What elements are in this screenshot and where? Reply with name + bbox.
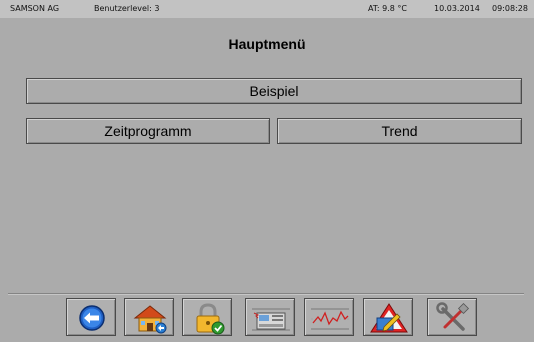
trend-chart-icon: [311, 308, 349, 330]
trend-button[interactable]: Trend: [277, 118, 522, 144]
device-button[interactable]: [245, 298, 295, 336]
toolbar-divider-highlight: [8, 294, 524, 295]
beispiel-button[interactable]: Beispiel: [26, 78, 522, 104]
time: 09:08:28: [492, 4, 528, 13]
outdoor-temperature: AT: 9.8 °C: [368, 4, 407, 13]
company-name: SAMSON AG: [10, 4, 60, 13]
back-arrow-icon: [79, 305, 105, 331]
user-level: Benutzerlevel: 3: [94, 4, 160, 13]
zeitprogramm-button[interactable]: Zeitprogramm: [26, 118, 270, 144]
date: 10.03.2014: [434, 4, 480, 13]
trend-chart-button[interactable]: [304, 298, 354, 336]
alarm-warning-icon: [370, 303, 408, 333]
settings-button[interactable]: [427, 298, 477, 336]
home-button[interactable]: [124, 298, 174, 336]
home-icon: [133, 305, 167, 334]
status-bar: SAMSON AG Benutzerlevel: 3 AT: 9.8 °C 10…: [0, 0, 534, 18]
device-panel-icon: [252, 308, 290, 331]
lock-button[interactable]: [182, 298, 232, 336]
page-title: Hauptmenü: [228, 36, 306, 52]
back-button[interactable]: [66, 298, 116, 336]
hmi-screen: SAMSON AG Benutzerlevel: 3 AT: 9.8 °C 10…: [0, 0, 534, 342]
tools-icon: [436, 302, 470, 331]
alarm-button[interactable]: [363, 298, 413, 336]
lock-icon: [196, 303, 225, 335]
